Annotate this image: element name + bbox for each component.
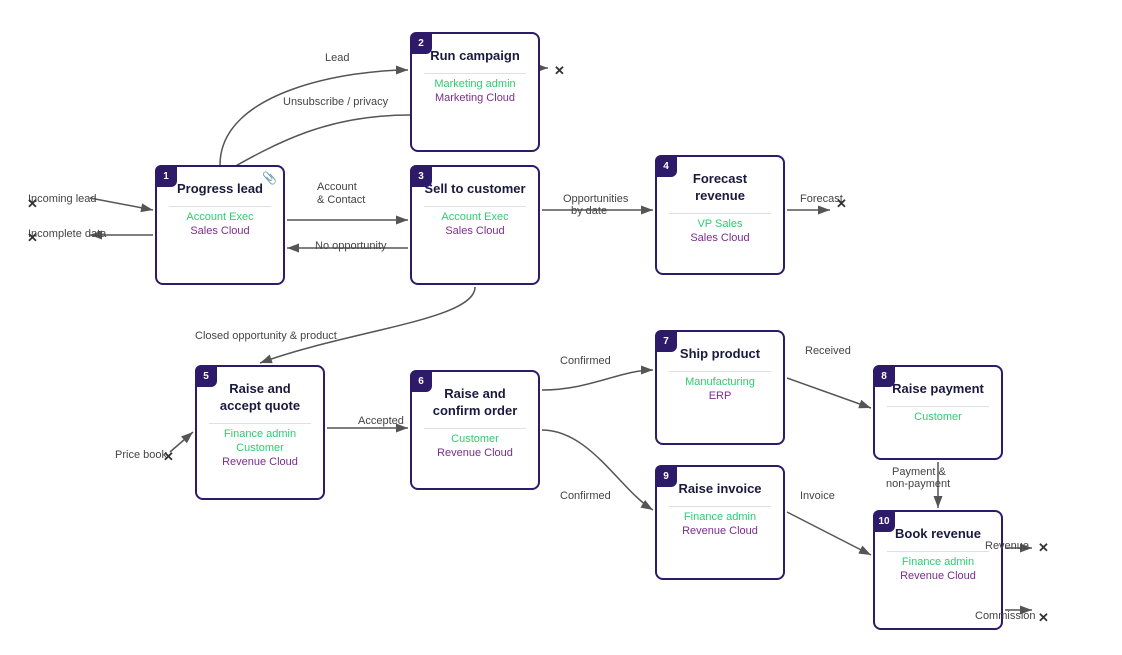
node-4-tag-0: VP Sales [669,218,771,230]
attachment-icon: 📎 [262,171,277,185]
node-10-tag-0: Finance admin [887,556,989,568]
label-2: Lead [325,52,349,64]
node-8-tag-0: Customer [887,411,989,423]
node-3-tag-1: Sales Cloud [424,225,526,237]
node-9-badge: 9 [655,465,677,487]
x-mark-1: ✕ [27,230,38,246]
label-19: Revenue [985,540,1029,552]
node-2-tag-0: Marketing admin [424,78,526,90]
node-9-title: Raise invoice [669,481,771,498]
node-4[interactable]: 4Forecast revenue VP Sales Sales Cloud [655,155,785,275]
node-4-title: Forecast revenue [669,171,771,205]
node-5-tag-0: Finance admin [209,428,311,440]
x-mark-3: ✕ [836,196,847,212]
node-3-title: Sell to customer [424,181,526,198]
node-1-tag-0: Account Exec [169,211,271,223]
label-16: Invoice [800,490,835,502]
label-20: Commission [975,610,1036,622]
label-6: No opportunity [315,240,387,252]
label-13: Confirmed [560,355,611,367]
label-14: Received [805,345,851,357]
node-5-title: Raise and accept quote [209,381,311,415]
node-6-tag-0: Customer [424,433,526,445]
node-3-tag-0: Account Exec [424,211,526,223]
node-3[interactable]: 3Sell to customer Account Exec Sales Cloud [410,165,540,285]
node-9-tag-1: Revenue Cloud [669,525,771,537]
node-6-tag-1: Revenue Cloud [424,447,526,459]
node-3-badge: 3 [410,165,432,187]
node-1-tag-1: Sales Cloud [169,225,271,237]
node-5-badge: 5 [195,365,217,387]
x-mark-2: ✕ [554,63,565,79]
node-2-tag-1: Marketing Cloud [424,92,526,104]
x-mark-5: ✕ [1038,540,1049,556]
node-4-tag-1: Sales Cloud [669,232,771,244]
node-2-badge: 2 [410,32,432,54]
node-9-tag-0: Finance admin [669,511,771,523]
node-6[interactable]: 6Raise and confirm order Customer Revenue … [410,370,540,490]
node-1[interactable]: 1 📎Progress lead Account Exec Sales Cloud [155,165,285,285]
node-10-tag-1: Revenue Cloud [887,570,989,582]
label-15: Confirmed [560,490,611,502]
node-8[interactable]: 8Raise payment Customer [873,365,1003,460]
node-1-badge: 1 [155,165,177,187]
node-2-title: Run campaign [424,48,526,65]
node-6-badge: 6 [410,370,432,392]
node-7[interactable]: 7Ship product Manufacturing ERP [655,330,785,445]
node-7-badge: 7 [655,330,677,352]
node-7-title: Ship product [669,346,771,363]
node-7-tag-1: ERP [669,390,771,402]
node-5-tag-1: Customer [209,442,311,454]
node-2[interactable]: 2Run campaign Marketing admin Marketing Cl… [410,32,540,152]
process-diagram: 1📎Progress leadAccount ExecSales Cloud2R… [0,0,1122,655]
node-5[interactable]: 5Raise and accept quote Finance admin Cust… [195,365,325,500]
x-mark-6: ✕ [1038,610,1049,626]
x-mark-4: ✕ [163,449,174,465]
node-7-tag-0: Manufacturing [669,376,771,388]
node-9[interactable]: 9Raise invoice Finance admin Revenue Cloud [655,465,785,580]
label-11: Price book [115,449,167,461]
node-5-tag-2: Revenue Cloud [209,456,311,468]
label-7: Opportunities [563,193,628,205]
node-10-badge: 10 [873,510,895,532]
label-18: non-payment [886,478,950,490]
label-3: Unsubscribe / privacy [283,96,388,108]
label-5: & Contact [317,194,365,206]
node-6-title: Raise and confirm order [424,386,526,420]
node-8-badge: 8 [873,365,895,387]
node-10-title: Book revenue [887,526,989,543]
label-8: by date [571,205,607,217]
node-1-title: Progress lead [169,181,271,198]
label-12: Accepted [358,415,404,427]
node-4-badge: 4 [655,155,677,177]
label-4: Account [317,181,357,193]
label-0: Incoming lead [28,193,97,205]
node-8-title: Raise payment [887,381,989,398]
label-10: Closed opportunity & product [195,330,337,342]
label-17: Payment & [892,466,946,478]
label-1: Incomplete data [28,228,106,240]
x-mark-0: ✕ [27,196,38,212]
